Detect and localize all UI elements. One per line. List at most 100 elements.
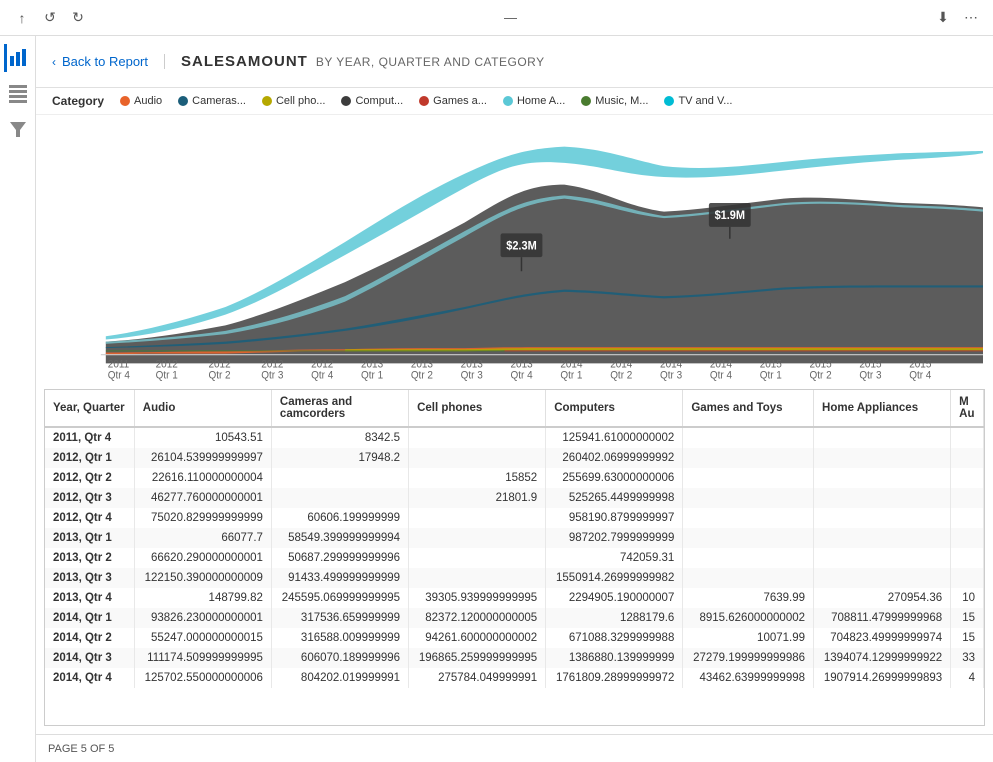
- svg-text:Qtr 4: Qtr 4: [909, 370, 931, 381]
- table-cell: [409, 568, 546, 588]
- legend-item-computers[interactable]: Comput...: [341, 95, 403, 107]
- svg-text:Qtr 4: Qtr 4: [710, 370, 732, 381]
- sidebar-icon-filter[interactable]: [4, 116, 32, 144]
- table-cell: 2014, Qtr 3: [45, 648, 134, 668]
- table-cell: 66620.290000000001: [134, 548, 271, 568]
- col-audio[interactable]: Audio: [134, 390, 271, 427]
- col-year-quarter[interactable]: Year, Quarter: [45, 390, 134, 427]
- col-computers[interactable]: Computers: [546, 390, 683, 427]
- top-toolbar: ↑ ↺ ↻ — ⬇ ⋯: [0, 0, 993, 36]
- table-cell: [951, 568, 984, 588]
- sidebar-icon-table[interactable]: [4, 80, 32, 108]
- col-games[interactable]: Games and Toys: [683, 390, 814, 427]
- table-cell: 8915.626000000002: [683, 608, 814, 628]
- table-cell: [271, 488, 408, 508]
- col-cell[interactable]: Cell phones: [409, 390, 546, 427]
- legend-item-home[interactable]: Home A...: [503, 95, 565, 107]
- table-cell: [271, 468, 408, 488]
- page-info: PAGE 5 OF 5: [48, 743, 114, 755]
- chart-area: SalesAmount: [36, 115, 993, 385]
- table-row: 2012, Qtr 346277.76000000000121801.95252…: [45, 488, 984, 508]
- legend-label-computers: Comput...: [355, 95, 403, 107]
- table-row: 2012, Qtr 222616.11000000000415852255699…: [45, 468, 984, 488]
- table-cell: [814, 528, 951, 548]
- back-label: Back to Report: [62, 54, 148, 69]
- legend-dot-games: [419, 96, 429, 106]
- table-cell: 2012, Qtr 1: [45, 448, 134, 468]
- table-cell: 94261.600000000002: [409, 628, 546, 648]
- download-icon[interactable]: ⬇: [933, 8, 953, 28]
- svg-text:2015: 2015: [810, 359, 832, 370]
- table-cell: 22616.110000000004: [134, 468, 271, 488]
- data-table: Year, Quarter Audio Cameras andcamcorder…: [45, 390, 984, 688]
- table-cell: 260402.06999999992: [546, 448, 683, 468]
- legend-dot-tv: [664, 96, 674, 106]
- svg-text:Qtr 3: Qtr 3: [261, 370, 283, 381]
- table-cell: 46277.760000000001: [134, 488, 271, 508]
- table-cell: [683, 488, 814, 508]
- callout-2.3m-label: $2.3M: [506, 240, 536, 252]
- table-cell: 122150.390000000009: [134, 568, 271, 588]
- legend-label-home: Home A...: [517, 95, 565, 107]
- table-cell: 148799.82: [134, 588, 271, 608]
- legend-label-tv: TV and V...: [678, 95, 732, 107]
- table-cell: 2014, Qtr 1: [45, 608, 134, 628]
- legend-item-audio[interactable]: Audio: [120, 95, 162, 107]
- table-cell: 671088.3299999988: [546, 628, 683, 648]
- toolbar-icon-back[interactable]: ↺: [40, 8, 60, 28]
- table-cell: 111174.509999999995: [134, 648, 271, 668]
- legend-item-cameras[interactable]: Cameras...: [178, 95, 246, 107]
- table-cell: [951, 508, 984, 528]
- table-cell: 958190.8799999997: [546, 508, 683, 528]
- table-cell: 704823.49999999974: [814, 628, 951, 648]
- col-cameras[interactable]: Cameras andcamcorders: [271, 390, 408, 427]
- legend-dot-cell: [262, 96, 272, 106]
- table-area[interactable]: Year, Quarter Audio Cameras andcamcorder…: [44, 389, 985, 726]
- svg-text:2013: 2013: [411, 359, 433, 370]
- table-row: 2012, Qtr 475020.82999999999960606.19999…: [45, 508, 984, 528]
- table-row: 2014, Qtr 193826.230000000001317536.6599…: [45, 608, 984, 628]
- legend-item-music[interactable]: Music, M...: [581, 95, 648, 107]
- legend-item-cell[interactable]: Cell pho...: [262, 95, 326, 107]
- svg-text:Qtr 2: Qtr 2: [610, 370, 632, 381]
- svg-text:2012: 2012: [311, 359, 333, 370]
- sidebar: [0, 36, 36, 762]
- table-cell: 17948.2: [271, 448, 408, 468]
- legend-item-games[interactable]: Games a...: [419, 95, 487, 107]
- table-cell: [683, 548, 814, 568]
- svg-text:2014: 2014: [710, 359, 732, 370]
- table-cell: 21801.9: [409, 488, 546, 508]
- table-cell: 2014, Qtr 4: [45, 668, 134, 688]
- sidebar-icon-chart[interactable]: [4, 44, 32, 72]
- toolbar-center: —: [504, 10, 517, 25]
- main-layout: ‹ Back to Report SALESAMOUNT BY YEAR, QU…: [0, 36, 993, 762]
- col-music[interactable]: MAu: [951, 390, 984, 427]
- content-area: ‹ Back to Report SALESAMOUNT BY YEAR, QU…: [36, 36, 993, 762]
- chart-area-music: [106, 350, 505, 351]
- legend-item-tv[interactable]: TV and V...: [664, 95, 732, 107]
- legend-dot-music: [581, 96, 591, 106]
- table-cell: 270954.36: [814, 588, 951, 608]
- back-button[interactable]: ‹ Back to Report: [52, 54, 165, 69]
- table-cell: 708811.47999999968: [814, 608, 951, 628]
- table-cell: 1288179.6: [546, 608, 683, 628]
- toolbar-icon-up[interactable]: ↑: [12, 8, 32, 28]
- table-cell: 742059.31: [546, 548, 683, 568]
- table-cell: 125702.550000000006: [134, 668, 271, 688]
- legend-dot-cameras: [178, 96, 188, 106]
- col-home[interactable]: Home Appliances: [814, 390, 951, 427]
- table-cell: [951, 488, 984, 508]
- table-cell: 10071.99: [683, 628, 814, 648]
- table-cell: 7639.99: [683, 588, 814, 608]
- table-cell: 2013, Qtr 2: [45, 548, 134, 568]
- table-cell: 245595.069999999995: [271, 588, 408, 608]
- svg-text:Qtr 2: Qtr 2: [208, 370, 230, 381]
- toolbar-icon-fwd[interactable]: ↻: [68, 8, 88, 28]
- table-cell: [683, 448, 814, 468]
- svg-text:Qtr 1: Qtr 1: [560, 370, 582, 381]
- table-cell: [683, 468, 814, 488]
- legend-bar: Category Audio Cameras... Cell pho... Co…: [36, 88, 993, 115]
- more-icon[interactable]: ⋯: [961, 8, 981, 28]
- table-cell: [814, 448, 951, 468]
- table-body: 2011, Qtr 410543.518342.5125941.61000000…: [45, 427, 984, 688]
